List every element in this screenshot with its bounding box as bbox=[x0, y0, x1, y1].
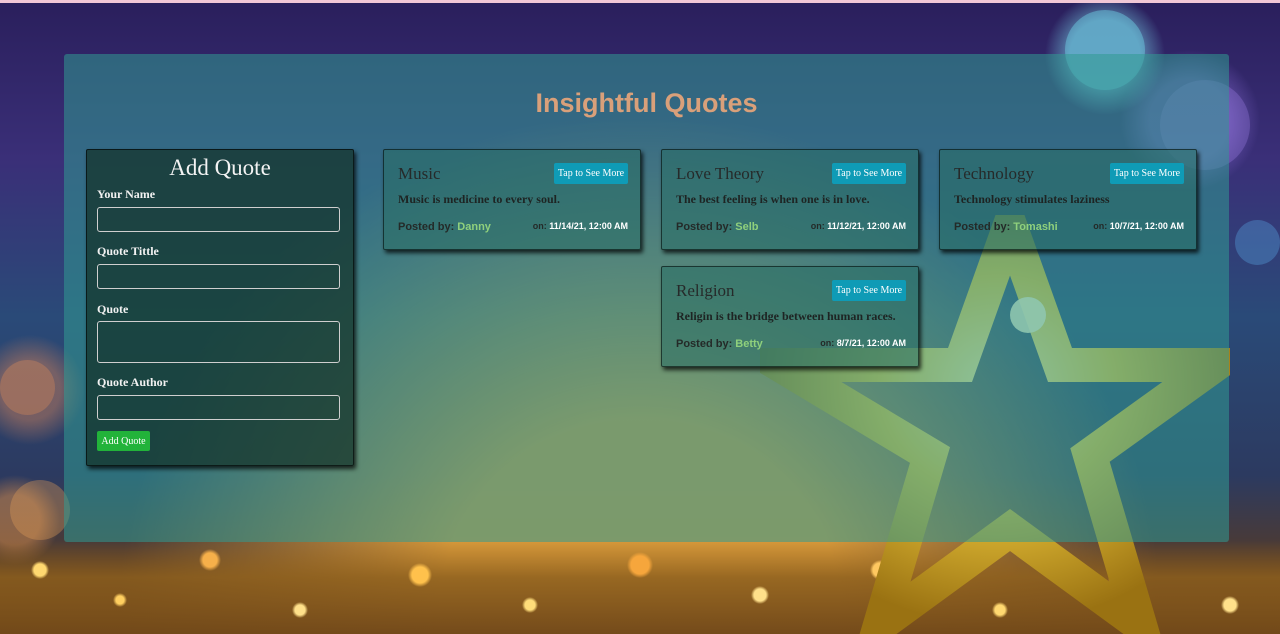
see-more-button[interactable]: Tap to See More bbox=[832, 163, 906, 184]
your-name-label: Your Name bbox=[97, 187, 156, 201]
quote-author: Betty bbox=[735, 338, 763, 350]
quote-author: Danny bbox=[457, 221, 491, 233]
quote-label: Quote bbox=[97, 302, 129, 316]
form-title: Add Quote bbox=[169, 155, 271, 180]
quote-card-text: Technology stimulates laziness bbox=[954, 192, 1110, 206]
post-date: on: 11/14/21, 12:00 AM bbox=[533, 221, 628, 231]
date-value: 11/14/21, 12:00 AM bbox=[549, 221, 628, 231]
date-label: on: bbox=[532, 221, 547, 231]
date-value: 11/12/21, 12:00 AM bbox=[827, 221, 906, 231]
date-label: on: bbox=[810, 221, 825, 231]
quote-card-text: Music is medicine to every soul. bbox=[398, 192, 560, 206]
posted-by-label: Posted by: bbox=[954, 221, 1011, 233]
see-more-button[interactable]: Tap to See More bbox=[554, 163, 628, 184]
bokeh-light bbox=[10, 480, 70, 540]
quote-card-text: Religin is the bridge between human race… bbox=[676, 309, 896, 323]
see-more-button[interactable]: Tap to See More bbox=[1110, 163, 1184, 184]
your-name-input[interactable] bbox=[97, 207, 340, 232]
add-quote-form: Add Quote Your Name Quote Tittle Quote Q… bbox=[86, 149, 354, 466]
quote-card-text: The best feeling is when one is in love. bbox=[676, 192, 870, 206]
page-title: Insightful Quotes bbox=[535, 88, 758, 118]
add-quote-button[interactable]: Add Quote bbox=[97, 431, 150, 451]
quote-card: Technology Tap to See More Technology st… bbox=[939, 149, 1197, 250]
quote-title-label: Quote Tittle bbox=[97, 244, 159, 258]
see-more-button[interactable]: Tap to See More bbox=[832, 280, 906, 301]
quote-title-input[interactable] bbox=[97, 264, 340, 289]
glitter-floor bbox=[0, 540, 1280, 634]
posted-by-label: Posted by: bbox=[676, 221, 733, 233]
quote-card-title: Religion bbox=[676, 281, 735, 300]
quote-card: Religion Tap to See More Religin is the … bbox=[661, 266, 919, 367]
date-label: on: bbox=[820, 338, 835, 348]
quote-card: Music Tap to See More Music is medicine … bbox=[383, 149, 641, 250]
quote-textarea[interactable] bbox=[97, 321, 340, 363]
post-date: on: 11/12/21, 12:00 AM bbox=[811, 221, 906, 231]
posted-by: Posted by: Danny bbox=[398, 221, 491, 233]
date-value: 10/7/21, 12:00 AM bbox=[1109, 221, 1184, 231]
bokeh-light bbox=[0, 360, 55, 415]
posted-by: Posted by: Tomashi bbox=[954, 221, 1058, 233]
quote-author-label: Quote Author bbox=[97, 375, 169, 389]
posted-by: Posted by: Selb bbox=[676, 221, 759, 233]
posted-by-label: Posted by: bbox=[398, 221, 455, 233]
date-label: on: bbox=[1093, 221, 1108, 231]
quote-author: Tomashi bbox=[1013, 221, 1058, 233]
top-border-line bbox=[0, 0, 1280, 3]
posted-by: Posted by: Betty bbox=[676, 338, 763, 350]
quote-card-title: Technology bbox=[954, 164, 1035, 183]
quote-author: Selb bbox=[735, 221, 759, 233]
quote-card-title: Love Theory bbox=[676, 164, 764, 183]
post-date: on: 8/7/21, 12:00 AM bbox=[820, 338, 906, 348]
posted-by-label: Posted by: bbox=[676, 338, 733, 350]
post-date: on: 10/7/21, 12:00 AM bbox=[1093, 221, 1184, 231]
quote-author-input[interactable] bbox=[97, 395, 340, 420]
bokeh-light bbox=[1235, 220, 1280, 265]
quote-card-title: Music bbox=[398, 164, 441, 183]
quote-card: Love Theory Tap to See More The best fee… bbox=[661, 149, 919, 250]
date-value: 8/7/21, 12:00 AM bbox=[836, 338, 906, 348]
